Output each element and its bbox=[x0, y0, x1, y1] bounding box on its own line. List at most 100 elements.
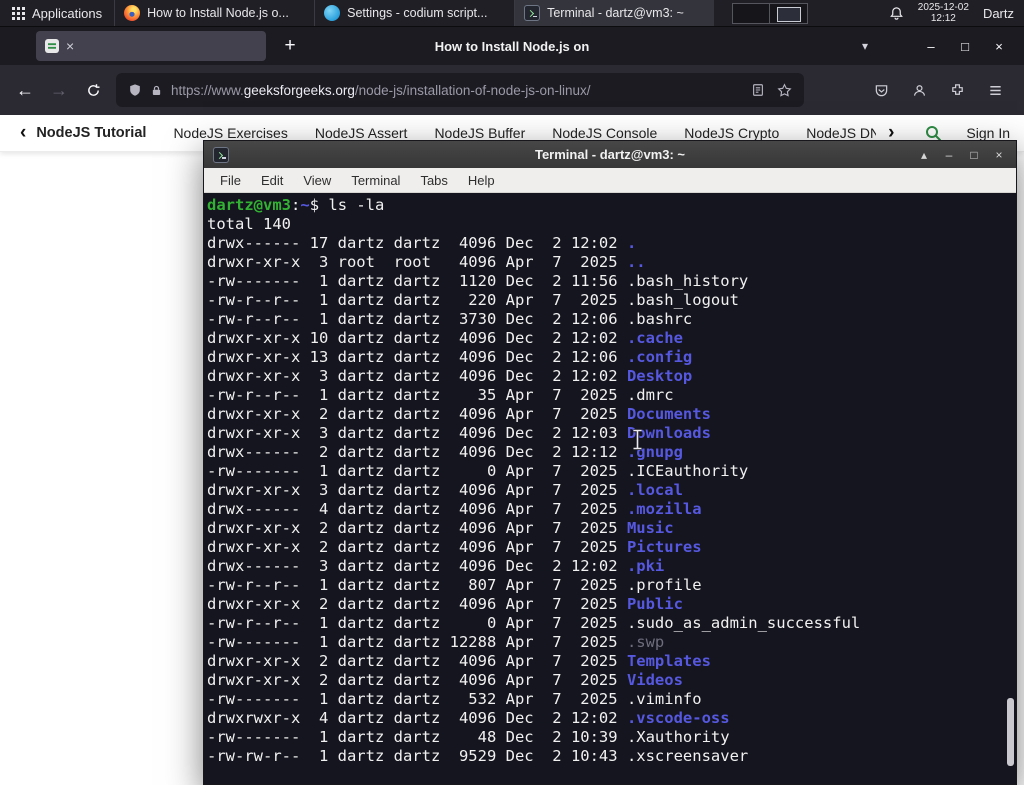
toolbar-right-icons bbox=[858, 77, 1016, 103]
terminal-line: drwxr-xr-x 2 dartz dartz 4096 Apr 7 2025… bbox=[207, 595, 683, 613]
file-name: .xscreensaver bbox=[626, 747, 749, 765]
prompt-symbol: $ bbox=[309, 196, 329, 214]
terminal-line: drwxr-xr-x 3 dartz dartz 4096 Dec 2 12:0… bbox=[207, 367, 693, 385]
terminal-line: -rw------- 1 dartz dartz 48 Dec 2 10:39 … bbox=[207, 728, 730, 746]
terminal-line: drwxr-xr-x 2 dartz dartz 4096 Apr 7 2025… bbox=[207, 405, 711, 423]
prompt-user-host: dartz@vm3 bbox=[207, 196, 291, 214]
site-nav-item[interactable]: NodeJS Crypto bbox=[684, 125, 779, 141]
menu-help[interactable]: Help bbox=[458, 173, 505, 188]
url-protocol: https://www. bbox=[171, 82, 244, 98]
pocket-icon[interactable] bbox=[868, 77, 894, 103]
terminal-maximize-button[interactable]: □ bbox=[966, 148, 982, 162]
terminal-close-button[interactable]: × bbox=[991, 148, 1007, 162]
terminal-line: -rw-rw-r-- 1 dartz dartz 9529 Dec 2 10:4… bbox=[207, 747, 749, 765]
site-nav-item[interactable]: NodeJS Console bbox=[552, 125, 657, 141]
sign-in-link[interactable]: Sign In bbox=[966, 125, 1010, 141]
terminal-window: Terminal - dartz@vm3: ~ ▴ – □ × File Edi… bbox=[203, 140, 1017, 785]
extensions-icon[interactable] bbox=[944, 77, 970, 103]
menu-terminal[interactable]: Terminal bbox=[341, 173, 410, 188]
shield-icon[interactable] bbox=[128, 83, 142, 97]
reload-button[interactable] bbox=[76, 73, 110, 107]
bookmark-star-icon[interactable] bbox=[777, 82, 792, 98]
menu-edit[interactable]: Edit bbox=[251, 173, 293, 188]
nav-scroll-left-icon[interactable]: ‹ bbox=[14, 122, 32, 144]
terminal-line: drwxr-xr-x 2 dartz dartz 4096 Apr 7 2025… bbox=[207, 538, 702, 556]
account-icon[interactable] bbox=[906, 77, 932, 103]
taskbar-item-browser[interactable]: How to Install Node.js o... bbox=[114, 0, 314, 26]
user-menu[interactable]: Dartz bbox=[983, 6, 1014, 21]
file-name: .Xauthority bbox=[626, 728, 730, 746]
terminal-line: drwxr-xr-x 13 dartz dartz 4096 Dec 2 12:… bbox=[207, 348, 693, 366]
prompt-separator: : bbox=[291, 196, 301, 214]
mouse-cursor bbox=[631, 428, 644, 455]
file-name: .swp bbox=[626, 633, 665, 651]
file-name: .bash_history bbox=[626, 272, 749, 290]
applications-label: Applications bbox=[32, 5, 103, 21]
terminal-line: drwxr-xr-x 3 dartz dartz 4096 Dec 2 12:0… bbox=[207, 424, 711, 442]
browser-tab-bar: How to Install Node.js on × + ▾ – □ × bbox=[0, 27, 1024, 65]
file-name: .viminfo bbox=[626, 690, 702, 708]
file-name: .vscode-oss bbox=[626, 709, 730, 727]
taskbar-item-label: Terminal - dartz@vm3: ~ bbox=[547, 6, 684, 20]
file-name: .bashrc bbox=[626, 310, 693, 328]
site-nav-item[interactable]: NodeJS DNS bbox=[806, 125, 876, 141]
pager-mini-window bbox=[777, 6, 802, 22]
terminal-title-bar[interactable]: Terminal - dartz@vm3: ~ ▴ – □ × bbox=[204, 141, 1016, 168]
terminal-scrollbar-thumb[interactable] bbox=[1007, 698, 1014, 766]
site-nav-item[interactable]: NodeJS Exercises bbox=[173, 125, 287, 141]
url-path: /node-js/installation-of-node-js-on-linu… bbox=[354, 82, 591, 98]
url-bar[interactable]: https://www.geeksforgeeks.org/node-js/in… bbox=[116, 73, 804, 107]
clock-time: 12:12 bbox=[930, 13, 956, 24]
workspace-cell-1[interactable] bbox=[732, 2, 771, 24]
terminal-output-area[interactable]: dartz@vm3:~$ ls -la total 140 drwx------… bbox=[204, 193, 1016, 784]
site-nav-item[interactable]: NodeJS Assert bbox=[315, 125, 408, 141]
terminal-line: -rw-r--r-- 1 dartz dartz 3730 Dec 2 12:0… bbox=[207, 310, 693, 328]
applications-menu-button[interactable]: Applications bbox=[0, 0, 114, 26]
file-name: .mozilla bbox=[626, 500, 702, 518]
file-name: Pictures bbox=[626, 538, 702, 556]
menu-tabs[interactable]: Tabs bbox=[410, 173, 457, 188]
terminal-line: -rw-r--r-- 1 dartz dartz 807 Apr 7 2025 … bbox=[207, 576, 702, 594]
terminal-line: drwx------ 2 dartz dartz 4096 Dec 2 12:1… bbox=[207, 443, 683, 461]
terminal-shade-button[interactable]: ▴ bbox=[916, 148, 932, 162]
site-nav-item[interactable]: NodeJS Buffer bbox=[434, 125, 525, 141]
lock-icon[interactable] bbox=[150, 84, 163, 97]
terminal-line: drwxr-xr-x 3 root root 4096 Apr 7 2025 .… bbox=[207, 253, 646, 271]
firefox-icon bbox=[124, 5, 141, 21]
terminal-minimize-button[interactable]: – bbox=[941, 148, 957, 162]
terminal-line: drwxr-xr-x 2 dartz dartz 4096 Apr 7 2025… bbox=[207, 652, 711, 670]
terminal-line: -rw------- 1 dartz dartz 0 Apr 7 2025 .I… bbox=[207, 462, 749, 480]
file-name: . bbox=[626, 234, 637, 252]
back-button[interactable]: ← bbox=[8, 73, 42, 107]
file-name: .pki bbox=[626, 557, 665, 575]
terminal-line: -rw------- 1 dartz dartz 12288 Apr 7 202… bbox=[207, 633, 665, 651]
browser-tab-active[interactable]: How to Install Node.js on × bbox=[36, 31, 589, 61]
taskbar-item-codium[interactable]: Settings - codium script... bbox=[314, 0, 514, 26]
workspace-pager[interactable] bbox=[732, 0, 809, 26]
terminal-line: -rw-r--r-- 1 dartz dartz 0 Apr 7 2025 .s… bbox=[207, 614, 861, 632]
file-name: .sudo_as_admin_successful bbox=[626, 614, 861, 632]
reader-view-icon[interactable] bbox=[751, 83, 765, 97]
panel-right-cluster: 2025-12-02 12:12 Dartz bbox=[889, 0, 1024, 26]
terminal-line: drwxr-xr-x 3 dartz dartz 4096 Apr 7 2025… bbox=[207, 481, 683, 499]
terminal-line: drwxrwxr-x 4 dartz dartz 4096 Dec 2 12:0… bbox=[207, 709, 730, 727]
file-name: Music bbox=[626, 519, 674, 537]
forward-button[interactable]: → bbox=[42, 73, 76, 107]
terminal-line: -rw------- 1 dartz dartz 532 Apr 7 2025 … bbox=[207, 690, 702, 708]
menu-view[interactable]: View bbox=[293, 173, 341, 188]
clock-date: 2025-12-02 bbox=[917, 1, 969, 13]
notification-bell-icon[interactable] bbox=[889, 6, 904, 21]
file-name: Public bbox=[626, 595, 683, 613]
total-text: total 140 bbox=[207, 215, 291, 233]
menu-file[interactable]: File bbox=[210, 173, 251, 188]
file-name: .ICEauthority bbox=[626, 462, 749, 480]
taskbar-item-label: Settings - codium script... bbox=[347, 6, 488, 20]
codium-icon bbox=[324, 5, 341, 21]
terminal-window-title: Terminal - dartz@vm3: ~ bbox=[534, 147, 686, 162]
workspace-cell-2[interactable] bbox=[770, 2, 809, 24]
menu-hamburger-icon[interactable] bbox=[982, 77, 1008, 103]
site-nav-item[interactable]: NodeJS Tutorial bbox=[36, 125, 146, 141]
panel-clock[interactable]: 2025-12-02 12:12 bbox=[918, 2, 969, 25]
terminal-listing: drwx------ 17 dartz dartz 4096 Dec 2 12:… bbox=[207, 234, 1016, 766]
taskbar-item-terminal[interactable]: Terminal - dartz@vm3: ~ bbox=[514, 0, 715, 26]
